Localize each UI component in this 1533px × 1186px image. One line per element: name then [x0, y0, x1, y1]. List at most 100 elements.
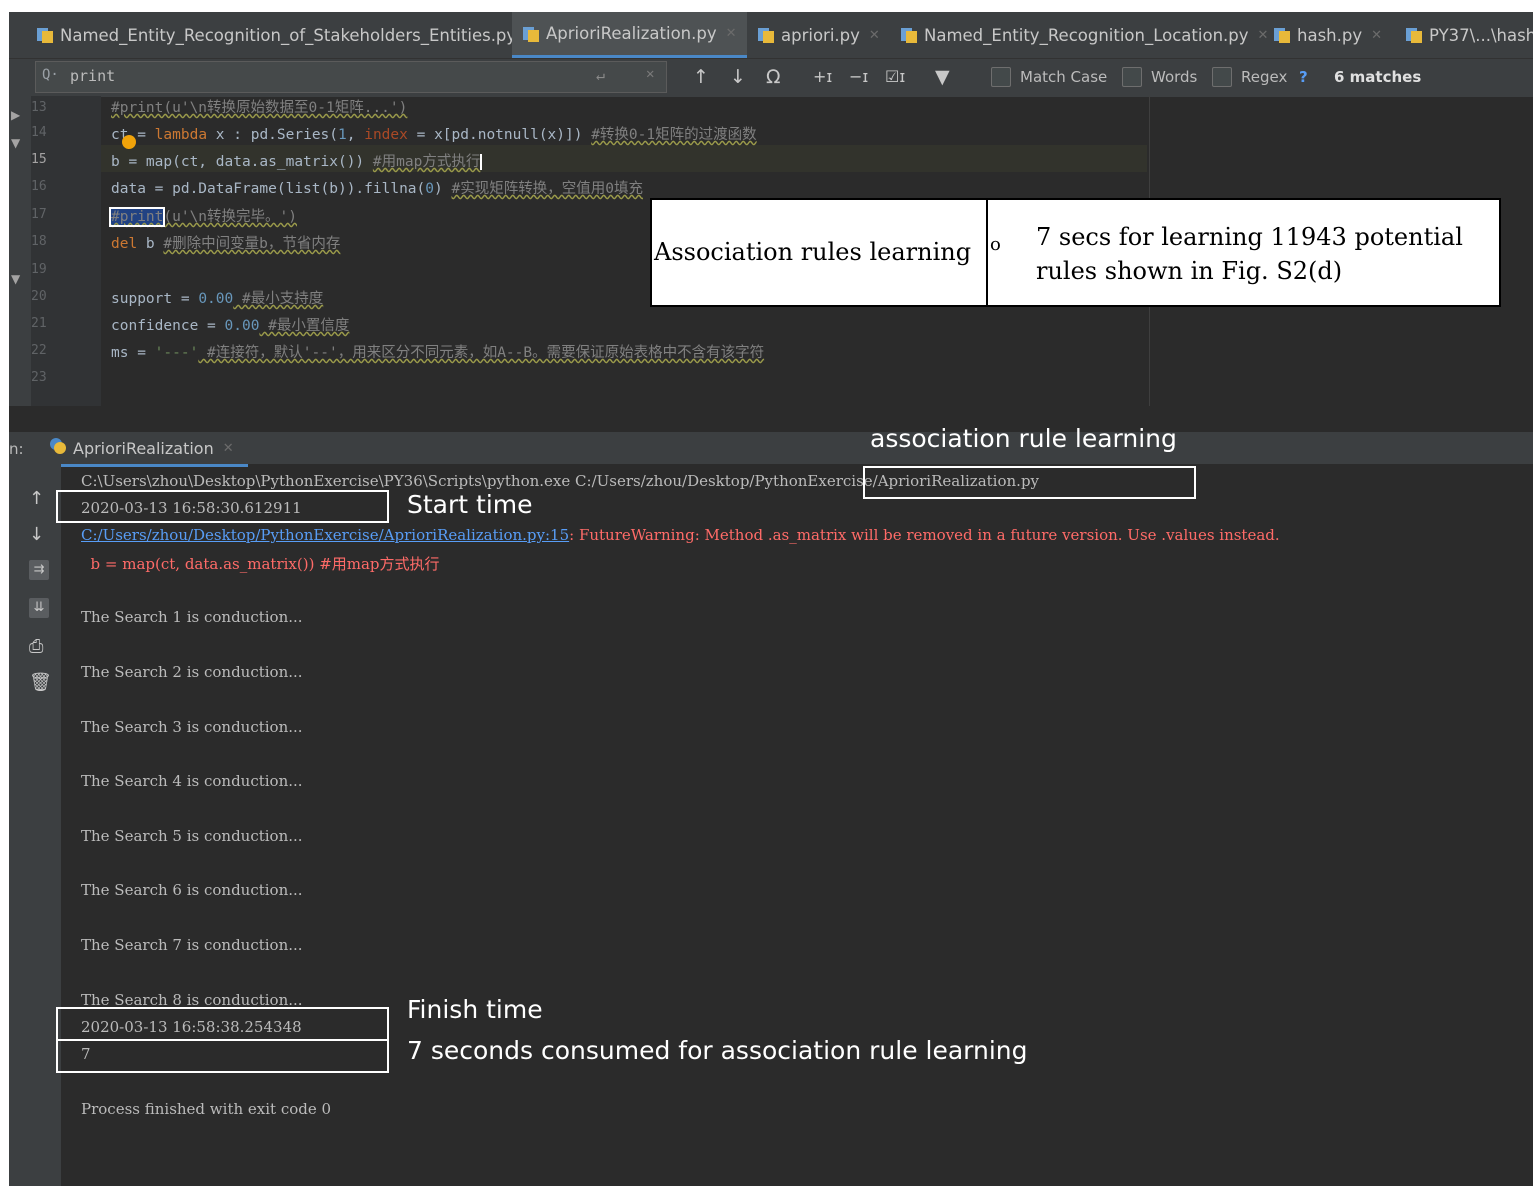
code-line-14[interactable]: ct = lambda x : pd.Series(1, index = x[p… — [111, 123, 757, 144]
console-warning-line: C:/Users/zhou/Desktop/PythonExercise/Apr… — [81, 526, 1280, 544]
tab-apriori-realization[interactable]: AprioriRealization.py ✕ — [512, 12, 747, 58]
print-icon[interactable]: ⎙ — [29, 636, 43, 657]
tab-label: apriori.py — [781, 25, 860, 45]
line-number: 18 — [31, 234, 47, 249]
filter-icon[interactable]: ▼ — [935, 67, 950, 87]
tab-named-entity-stakeholders[interactable]: Named_Entity_Recognition_of_Stakeholders… — [36, 12, 536, 58]
annotation-script-box — [863, 466, 1196, 499]
console-search-5: The Search 5 is conduction... — [81, 827, 303, 845]
code-comment: (u'\n转换完毕。') — [163, 209, 297, 225]
select-all-occurrences-icon[interactable]: ☑ɪ — [885, 67, 905, 87]
annotation-start-box — [56, 490, 389, 523]
console-warning-code: b = map(ct, data.as_matrix()) #用map方式执行 — [81, 555, 440, 573]
code-comment: #最小置信度 — [259, 318, 350, 334]
code-line-15[interactable]: b = map(ct, data.as_matrix()) #用map方式执行 — [111, 150, 483, 171]
text-caret — [480, 154, 483, 170]
code-line-17[interactable]: #print(u'\n转换完毕。') — [108, 205, 297, 227]
fold-arrow-icon[interactable]: ▶ — [11, 108, 20, 122]
line-number: 15 — [31, 152, 47, 167]
editor-tab-bar: Named_Entity_Recognition_of_Stakeholders… — [9, 12, 1533, 58]
tab-label: hash.py — [1297, 25, 1363, 45]
code-line-20[interactable]: support = 0.00 #最小支持度 — [111, 287, 323, 308]
tab-hash[interactable]: hash.py ✕ — [1273, 12, 1382, 58]
search-input[interactable]: Q· print ↵ ✕ — [35, 61, 667, 93]
regex-help-icon[interactable]: ? — [1299, 68, 1308, 86]
code-token: support = — [111, 291, 199, 307]
annotation-start-label: Start time — [407, 490, 533, 519]
line-number: 21 — [31, 316, 47, 331]
tab-named-entity-location[interactable]: Named_Entity_Recognition_Location.py ✕ — [900, 12, 1268, 58]
code-comment: #用map方式执行 — [372, 154, 481, 170]
code-line-13[interactable]: #print(u'\n转换原始数据至0-1矩阵...') — [111, 96, 407, 117]
search-icon[interactable]: Q· — [42, 67, 59, 83]
console-search-4: The Search 4 is conduction... — [81, 772, 303, 790]
close-icon[interactable]: ✕ — [869, 28, 880, 43]
annotation-assoc-label: association rule learning — [870, 424, 1177, 453]
code-number: 0.00 — [224, 318, 260, 334]
tab-py37-hash[interactable]: PY37\...\hash. — [1405, 12, 1533, 58]
line-number: 22 — [31, 343, 47, 358]
code-keyword: lambda — [154, 127, 208, 143]
previous-occurrence-icon[interactable]: ↑ — [693, 67, 709, 87]
annotation-consumed-label: 7 seconds consumed for association rule … — [407, 1036, 1028, 1065]
console-exit-message: Process finished with exit code 0 — [81, 1100, 332, 1118]
code-string: '---' — [154, 345, 199, 361]
code-token: data = pd.DataFrame(list(b)).fillna( — [111, 181, 426, 197]
code-token: b — [137, 236, 164, 252]
intention-bulb-icon[interactable] — [122, 135, 136, 149]
line-number: 19 — [31, 262, 47, 277]
remove-selection-icon[interactable]: −ɪ — [849, 67, 868, 87]
code-token: , — [346, 127, 365, 143]
regex-checkbox[interactable] — [1212, 67, 1232, 87]
clear-icon[interactable]: ✕ — [646, 66, 654, 82]
run-tab-apriori-realization[interactable]: AprioriRealization ✕ — [49, 432, 248, 467]
code-line-21[interactable]: confidence = 0.00 #最小置信度 — [111, 314, 349, 335]
run-toolbar: ↑ ↓ ⇉ ⇊ ⎙ 🗑 — [9, 464, 61, 1186]
code-token: ms = — [111, 345, 155, 361]
close-icon[interactable]: ✕ — [223, 441, 234, 456]
python-file-icon — [1273, 26, 1291, 44]
code-line-16[interactable]: data = pd.DataFrame(list(b)).fillna(0) #… — [111, 177, 643, 198]
fold-arrow-icon[interactable]: ▼ — [11, 272, 20, 286]
newline-icon[interactable]: ↵ — [596, 66, 605, 84]
scroll-down-icon[interactable]: ↓ — [29, 524, 44, 545]
line-number: 23 — [31, 370, 47, 385]
find-bar: Q· print ↵ ✕ ↑ ↓ Ω +ɪ −ɪ ☑ɪ ▼ Match Case… — [9, 58, 1533, 97]
trash-icon[interactable]: 🗑 — [29, 672, 52, 693]
code-token: confidence = — [111, 318, 225, 334]
code-number: 0 — [425, 181, 435, 197]
scroll-up-icon[interactable]: ↑ — [29, 488, 44, 509]
match-case-checkbox[interactable] — [991, 67, 1011, 87]
code-line-18[interactable]: del b #删除中间变量b，节省内存 — [111, 232, 340, 253]
line-number: 20 — [31, 289, 47, 304]
next-occurrence-icon[interactable]: ↓ — [730, 67, 746, 87]
soft-wrap-icon[interactable]: ⇉ — [29, 560, 49, 580]
code-number: 1 — [338, 127, 347, 143]
scroll-to-end-icon[interactable]: ⇊ — [29, 598, 49, 618]
close-icon[interactable]: ✕ — [1371, 28, 1382, 43]
fold-arrow-icon[interactable]: ▼ — [11, 136, 20, 150]
line-number: 16 — [31, 179, 47, 194]
code-token: ) — [434, 181, 452, 197]
close-icon[interactable]: ✕ — [1258, 28, 1269, 43]
code-line-22[interactable]: ms = '---' #连接符，默认'--'，用来区分不同元素，如A--B。需要… — [111, 341, 764, 362]
python-file-icon — [757, 26, 775, 44]
tab-label: Named_Entity_Recognition_Location.py — [924, 25, 1249, 45]
console-file-link[interactable]: C:/Users/zhou/Desktop/PythonExercise/Apr… — [81, 526, 569, 544]
add-selection-icon[interactable]: +ɪ — [813, 67, 832, 87]
tab-label: PY37\...\hash. — [1429, 25, 1533, 45]
tab-apriori[interactable]: apriori.py ✕ — [757, 12, 880, 58]
code-comment: #删除中间变量b，节省内存 — [163, 236, 341, 252]
close-icon[interactable]: ✕ — [726, 26, 737, 41]
python-run-icon — [49, 437, 67, 459]
words-label: Words — [1151, 68, 1198, 86]
python-file-icon — [900, 26, 918, 44]
code-param: index — [364, 127, 408, 143]
annotation-table: Association rules learning o 7 secs for … — [650, 198, 1501, 307]
console-warning-message: : FutureWarning: Method .as_matrix will … — [569, 526, 1280, 544]
annotation-finish-label: Finish time — [407, 995, 543, 1024]
find-in-path-icon[interactable]: Ω — [766, 67, 781, 87]
annotation-finish-divider — [56, 1039, 389, 1041]
run-tool-window-header: n: AprioriRealization ✕ — [9, 432, 1533, 467]
words-checkbox[interactable] — [1122, 67, 1142, 87]
